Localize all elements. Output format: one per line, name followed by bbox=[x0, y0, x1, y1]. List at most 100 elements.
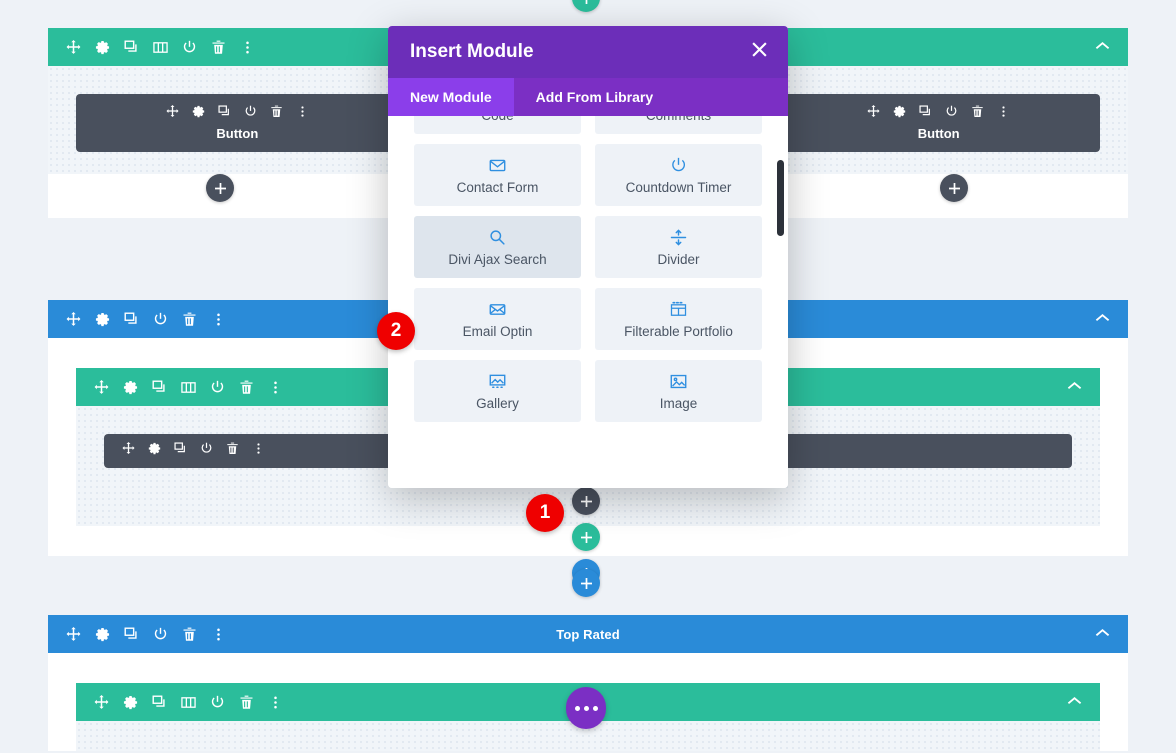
chevron-up-icon[interactable] bbox=[1095, 625, 1110, 643]
save-to-library-icon[interactable] bbox=[182, 40, 197, 55]
divi-ajax-search-icon bbox=[489, 227, 506, 247]
add-row-button-stack[interactable] bbox=[572, 523, 600, 551]
columns-icon[interactable] bbox=[181, 380, 196, 395]
gear-icon[interactable] bbox=[893, 105, 906, 123]
module-card-label: Image bbox=[659, 396, 698, 411]
duplicate-icon[interactable] bbox=[152, 695, 167, 710]
modal-body: Call To Action Circle Counter Code Comme… bbox=[388, 116, 788, 488]
trash-icon[interactable] bbox=[971, 105, 984, 123]
move-icon[interactable] bbox=[66, 626, 81, 642]
save-to-library-icon[interactable] bbox=[244, 105, 257, 123]
module-card-filterable-portfolio[interactable]: Filterable Portfolio bbox=[595, 288, 762, 350]
divi-visual-builder-canvas: Button Button Top Rated Insert Module Ne… bbox=[0, 0, 1176, 753]
module-toolbar-left[interactable] bbox=[166, 105, 309, 123]
row-toolbar-icons-1[interactable] bbox=[66, 39, 255, 55]
chevron-up-icon[interactable] bbox=[1067, 693, 1082, 711]
move-icon[interactable] bbox=[66, 311, 81, 327]
module-card-label: Countdown Timer bbox=[625, 180, 732, 195]
more-options-icon[interactable] bbox=[268, 695, 283, 710]
tab-add-from-library[interactable]: Add From Library bbox=[514, 78, 675, 116]
duplicate-icon[interactable] bbox=[919, 105, 932, 123]
duplicate-icon[interactable] bbox=[174, 442, 187, 460]
columns-icon[interactable] bbox=[153, 40, 168, 55]
module-card-divider[interactable]: Divider bbox=[595, 216, 762, 278]
add-module-button-stack[interactable] bbox=[572, 487, 600, 515]
trash-icon[interactable] bbox=[270, 105, 283, 123]
add-module-button-left[interactable] bbox=[206, 174, 234, 202]
module-card-label: Comments bbox=[646, 116, 711, 123]
save-to-library-icon[interactable] bbox=[210, 380, 225, 395]
trash-icon[interactable] bbox=[239, 695, 254, 710]
tab-new-module[interactable]: New Module bbox=[388, 78, 514, 116]
move-icon[interactable] bbox=[122, 442, 135, 460]
move-icon[interactable] bbox=[94, 694, 109, 710]
duplicate-icon[interactable] bbox=[152, 380, 167, 395]
trash-icon[interactable] bbox=[182, 627, 197, 642]
row-toolbar-icons-2[interactable] bbox=[94, 379, 283, 395]
add-row-button-top[interactable] bbox=[572, 0, 600, 12]
more-options-icon[interactable] bbox=[211, 312, 226, 327]
trash-icon[interactable] bbox=[182, 312, 197, 327]
duplicate-icon[interactable] bbox=[124, 312, 139, 327]
gear-icon[interactable] bbox=[192, 105, 205, 123]
module-button-right[interactable]: Button bbox=[777, 94, 1101, 152]
save-to-library-icon[interactable] bbox=[210, 695, 225, 710]
step-badge-2: 2 bbox=[377, 312, 415, 350]
module-card-image[interactable]: Image bbox=[595, 360, 762, 422]
save-to-library-icon[interactable] bbox=[153, 627, 168, 642]
duplicate-icon[interactable] bbox=[218, 105, 231, 123]
section-toolbar-icons-2[interactable] bbox=[66, 311, 226, 327]
row-more-options-pill[interactable] bbox=[566, 687, 606, 729]
duplicate-icon[interactable] bbox=[124, 627, 139, 642]
close-icon[interactable] bbox=[751, 41, 768, 63]
more-options-icon[interactable] bbox=[211, 627, 226, 642]
save-to-library-icon[interactable] bbox=[153, 312, 168, 327]
trash-icon[interactable] bbox=[226, 442, 239, 460]
module-card-code[interactable]: Code bbox=[414, 116, 581, 134]
module-card-comments[interactable]: Comments bbox=[595, 116, 762, 134]
gear-icon[interactable] bbox=[123, 380, 138, 395]
module-label-left: Button bbox=[216, 126, 259, 141]
add-section-button-middle[interactable] bbox=[572, 569, 600, 597]
move-icon[interactable] bbox=[94, 379, 109, 395]
more-options-icon[interactable] bbox=[997, 105, 1010, 123]
duplicate-icon[interactable] bbox=[124, 40, 139, 55]
columns-icon[interactable] bbox=[181, 695, 196, 710]
section-toolbar-3[interactable]: Top Rated bbox=[48, 615, 1128, 653]
module-card-divi-ajax-search[interactable]: Divi Ajax Search bbox=[414, 216, 581, 278]
more-options-icon[interactable] bbox=[252, 442, 265, 460]
gear-icon[interactable] bbox=[123, 695, 138, 710]
section-toolbar-icons-3[interactable] bbox=[66, 626, 226, 642]
chevron-up-icon[interactable] bbox=[1095, 38, 1110, 56]
modal-tabs: New Module Add From Library bbox=[388, 78, 788, 116]
add-module-button-right[interactable] bbox=[940, 174, 968, 202]
more-options-icon[interactable] bbox=[268, 380, 283, 395]
module-card-countdown-timer[interactable]: Countdown Timer bbox=[595, 144, 762, 206]
move-icon[interactable] bbox=[66, 39, 81, 55]
gear-icon[interactable] bbox=[148, 442, 161, 460]
chevron-up-icon[interactable] bbox=[1067, 378, 1082, 396]
module-card-contact-form[interactable]: Contact Form bbox=[414, 144, 581, 206]
chevron-up-icon[interactable] bbox=[1095, 310, 1110, 328]
countdown-timer-icon bbox=[670, 155, 687, 175]
modal-header: Insert Module bbox=[388, 26, 788, 78]
trash-icon[interactable] bbox=[211, 40, 226, 55]
module-toolbar-wide-2[interactable] bbox=[122, 434, 265, 468]
gear-icon[interactable] bbox=[95, 312, 110, 327]
trash-icon[interactable] bbox=[239, 380, 254, 395]
module-card-email-optin[interactable]: Email Optin bbox=[414, 288, 581, 350]
more-options-icon[interactable] bbox=[296, 105, 309, 123]
module-card-gallery[interactable]: Gallery bbox=[414, 360, 581, 422]
save-to-library-icon[interactable] bbox=[945, 105, 958, 123]
gear-icon[interactable] bbox=[95, 40, 110, 55]
gear-icon[interactable] bbox=[95, 627, 110, 642]
move-icon[interactable] bbox=[867, 105, 880, 123]
move-icon[interactable] bbox=[166, 105, 179, 123]
row-toolbar-icons-3[interactable] bbox=[94, 694, 283, 710]
modal-scrollbar-thumb[interactable] bbox=[777, 160, 784, 236]
more-options-icon[interactable] bbox=[240, 40, 255, 55]
module-card-label: Divi Ajax Search bbox=[448, 252, 547, 267]
module-toolbar-right[interactable] bbox=[867, 105, 1010, 123]
module-button-left[interactable]: Button bbox=[76, 94, 399, 152]
save-to-library-icon[interactable] bbox=[200, 442, 213, 460]
